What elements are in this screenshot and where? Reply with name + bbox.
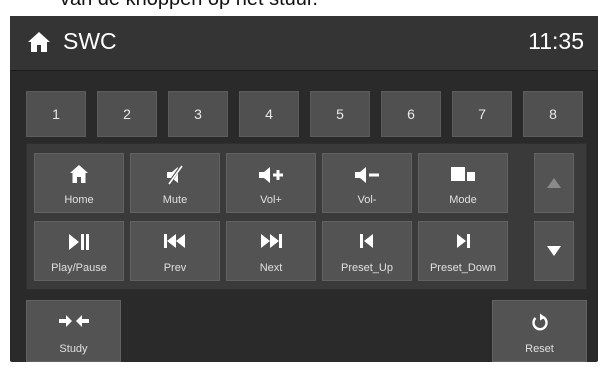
button-label: Reset [525,343,554,355]
number-button-8[interactable]: 8 [523,91,583,137]
number-button-2[interactable]: 2 [97,91,157,137]
preset-down-button[interactable]: Preset_Down [418,221,508,281]
triangle-down-icon [547,246,561,256]
skip-forward-icon [457,234,470,248]
number-button-7[interactable]: 7 [452,91,512,137]
number-label: 2 [123,106,131,122]
number-label: 6 [407,106,415,122]
scroll-down-button[interactable] [534,221,574,281]
reset-icon [531,313,548,331]
button-label: Mute [162,194,188,206]
mode-button[interactable]: Mode [418,153,508,213]
button-label: Mode [449,194,477,206]
number-button-4[interactable]: 4 [239,91,299,137]
study-button[interactable]: Study [26,300,121,362]
triangle-up-icon [547,178,561,188]
volume-up-button[interactable]: Vol+ [226,153,316,213]
preset-up-button[interactable]: Preset_Up [322,221,412,281]
number-label: 4 [265,106,273,122]
skip-back-icon [360,234,373,248]
button-label: Prev [163,262,187,274]
mute-icon [166,164,184,186]
previous-track-icon [164,234,185,248]
caption-text: van de knoppen op het stuur. [60,0,318,11]
number-button-1[interactable]: 1 [26,91,86,137]
button-label: Preset_Down [429,262,497,274]
home-button[interactable]: Home [34,153,124,213]
number-label: 8 [549,106,557,122]
mode-icon [451,167,475,181]
previous-button[interactable]: Prev [130,221,220,281]
button-label: Study [59,343,88,355]
top-bar: SWC 11:35 [10,16,598,71]
study-arrows-icon [58,315,89,327]
number-button-5[interactable]: 5 [310,91,370,137]
number-button-6[interactable]: 6 [381,91,441,137]
next-track-icon [261,234,282,248]
mute-button[interactable]: Mute [130,153,220,213]
volume-down-icon [355,167,379,183]
volume-up-icon [259,167,283,183]
home-icon[interactable] [27,31,51,53]
number-label: 7 [478,106,486,122]
button-label: Vol+ [260,194,282,206]
number-label: 5 [336,106,344,122]
function-panel: Home Mute Vol+ Vol- Mode Play/Pause Prev… [26,143,587,290]
number-label: 3 [194,106,202,122]
clock: 11:35 [528,28,584,54]
swc-screen: SWC 11:35 1 2 3 4 5 6 7 8 Home Mute Vol+… [10,16,598,362]
scroll-up-button[interactable] [534,153,574,213]
reset-button[interactable]: Reset [492,300,587,362]
button-label: Next [259,262,283,274]
play-pause-button[interactable]: Play/Pause [34,221,124,281]
button-label: Vol- [357,194,377,206]
button-label: Preset_Up [341,262,393,274]
play-pause-icon [69,234,89,250]
number-label: 1 [52,106,60,122]
volume-down-button[interactable]: Vol- [322,153,412,213]
button-label: Home [64,194,94,206]
page-title: SWC [63,28,117,54]
home-icon [70,165,88,183]
number-button-3[interactable]: 3 [168,91,228,137]
button-label: Play/Pause [51,262,107,274]
next-button[interactable]: Next [226,221,316,281]
